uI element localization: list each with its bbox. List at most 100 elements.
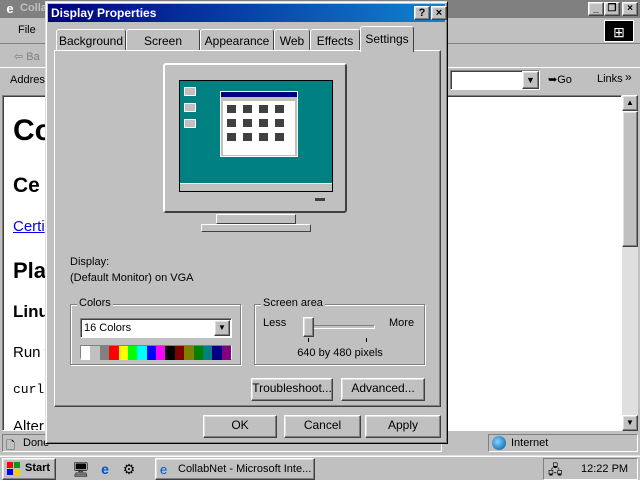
tab-settings[interactable]: Settings: [360, 26, 414, 52]
palette-swatch: [137, 346, 147, 360]
palette-swatch: [99, 346, 110, 360]
zone-text: Internet: [511, 437, 549, 449]
address-dropdown-button[interactable]: ▼: [522, 71, 539, 89]
monitor-led: [315, 198, 325, 201]
section-heading-2: Pla: [13, 258, 47, 283]
paragraph-2: Alter: [13, 418, 44, 431]
dialog-close-button[interactable]: ×: [431, 6, 447, 20]
preview-window: [220, 91, 298, 157]
troubleshoot-button[interactable]: Troubleshoot...: [251, 378, 333, 401]
display-label: Display:: [70, 256, 110, 268]
tab-screen-saver[interactable]: Screen Saver: [126, 29, 200, 62]
palette-swatch: [156, 346, 166, 360]
palette-swatch: [109, 346, 119, 360]
monitor-preview: [163, 63, 347, 213]
system-tray: 🖧 12:22 PM: [543, 458, 638, 480]
help-button[interactable]: ?: [414, 6, 430, 20]
windows-flag-icon: [7, 462, 22, 476]
apply-button[interactable]: Apply: [365, 415, 441, 438]
address-label: Addres: [10, 74, 45, 86]
slider-tick: [366, 338, 367, 342]
internet-explorer-icon[interactable]: e: [96, 460, 114, 478]
display-properties-dialog: Display Properties ? × Background Screen…: [45, 1, 448, 444]
monitor-screen: [179, 80, 333, 192]
palette-swatch: [221, 346, 231, 360]
cancel-button[interactable]: Cancel: [284, 415, 361, 438]
network-icon[interactable]: 🖧: [548, 461, 563, 480]
screen-area-group-label: Screen area: [261, 297, 325, 309]
screen-area-slider-track: [305, 325, 375, 329]
scroll-up-button[interactable]: ▲: [622, 95, 638, 111]
scroll-down-button[interactable]: ▼: [622, 415, 638, 431]
section-heading: Ce: [13, 174, 40, 197]
start-label: Start: [25, 462, 51, 474]
monitor-neck: [216, 214, 296, 224]
zone-panel: Internet: [488, 434, 638, 452]
ok-button[interactable]: OK: [203, 415, 277, 438]
chevron-down-icon[interactable]: ▼: [214, 320, 230, 336]
less-label: Less: [263, 317, 287, 329]
desktop-icon-my-computer: [184, 87, 196, 96]
tab-background[interactable]: Background: [56, 29, 126, 51]
advanced-button[interactable]: Advanced...: [341, 378, 425, 401]
palette-swatch: [193, 346, 203, 360]
palette-swatch: [212, 346, 222, 360]
close-button[interactable]: ×: [622, 2, 638, 16]
dialog-title-bar[interactable]: Display Properties ? ×: [48, 4, 447, 22]
code-line: curl: [13, 382, 45, 397]
palette-swatch: [81, 346, 91, 360]
colors-select[interactable]: 16 Colors ▼: [80, 318, 232, 338]
palette-swatch: [174, 346, 185, 360]
content-link[interactable]: Certi: [13, 218, 45, 235]
more-label: More: [389, 317, 415, 329]
display-value: (Default Monitor) on VGA: [70, 272, 194, 284]
go-label: Go: [557, 74, 572, 86]
preview-taskbar: [180, 183, 332, 191]
palette-swatch: [127, 346, 138, 360]
colors-group-label: Colors: [77, 297, 113, 309]
desktop-icon-network: [184, 103, 196, 112]
minimize-button[interactable]: _: [588, 2, 604, 16]
chevron-right-icon[interactable]: »: [625, 70, 632, 84]
taskbar-button-ie[interactable]: e CollabNet - Microsoft Inte...: [155, 458, 315, 480]
clock[interactable]: 12:22 PM: [581, 463, 628, 475]
windows-logo-icon: ⊞: [604, 20, 634, 42]
ie-window-icon: e: [6, 1, 14, 16]
page-status-icon: 🗋: [6, 440, 15, 452]
slider-tick: [308, 338, 309, 342]
palette-swatch: [90, 346, 100, 360]
start-button[interactable]: Start: [2, 458, 56, 480]
paragraph: Run t: [13, 344, 49, 361]
palette-swatch: [165, 346, 175, 360]
dialog-title: Display Properties: [51, 6, 157, 20]
palette-swatch: [118, 346, 128, 360]
vertical-scrollbar[interactable]: ▲ ▼: [622, 95, 638, 431]
settings-panel: Display: (Default Monitor) on VGA Colors…: [54, 50, 441, 407]
globe-icon: [492, 436, 506, 450]
palette-swatch: [146, 346, 156, 360]
palette-swatch: [184, 346, 194, 360]
tab-appearance[interactable]: Appearance: [200, 29, 274, 51]
back-button[interactable]: ⇦ Ba: [14, 50, 40, 63]
back-label: Ba: [26, 51, 40, 63]
ie-task-icon: e: [160, 462, 168, 477]
taskbar: Start 🖥 e ⚙ e CollabNet - Microsoft Inte…: [0, 455, 640, 480]
show-desktop-icon[interactable]: 🖥: [72, 460, 90, 478]
tab-effects[interactable]: Effects: [310, 29, 360, 51]
ie-title-text: Colla: [20, 2, 47, 14]
channels-icon[interactable]: ⚙: [120, 460, 138, 478]
scroll-thumb[interactable]: [622, 111, 638, 247]
desktop-icon-recycle-bin: [184, 119, 196, 128]
restore-button[interactable]: ❐: [604, 2, 620, 16]
resolution-label: 640 by 480 pixels: [297, 347, 383, 359]
color-palette-bar: [80, 345, 232, 360]
tab-web[interactable]: Web: [274, 29, 310, 51]
colors-select-value: 16 Colors: [84, 322, 132, 334]
screen-area-slider-thumb[interactable]: [303, 317, 314, 337]
palette-swatch: [202, 346, 213, 360]
go-button[interactable]: ➥Go: [548, 73, 572, 86]
colors-group: Colors 16 Colors ▼: [70, 297, 241, 365]
menu-file[interactable]: File: [18, 24, 36, 36]
go-arrow-icon: ➥: [548, 74, 558, 86]
links-button[interactable]: Links: [597, 73, 623, 85]
